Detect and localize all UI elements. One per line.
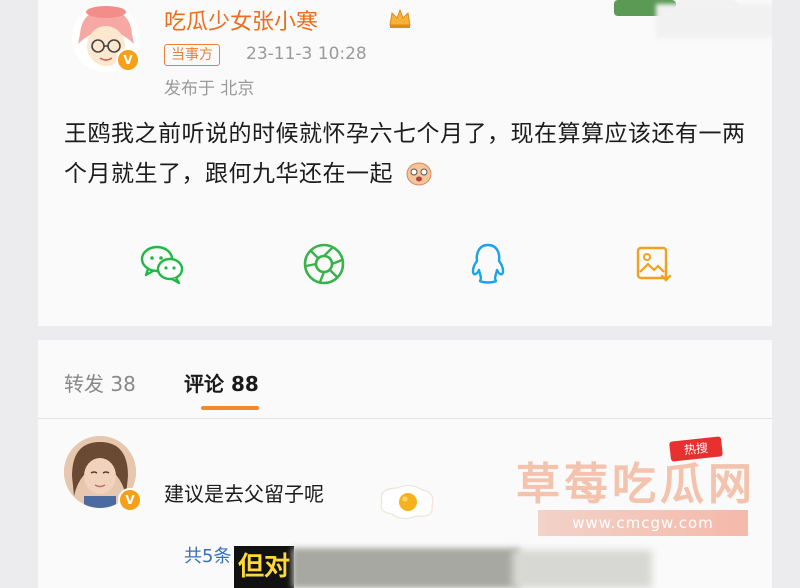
qq-icon[interactable] [468, 242, 508, 286]
video-subtitle: 但对 [234, 546, 294, 588]
tab-divider [38, 418, 772, 419]
post-location: 发布于 北京 [164, 79, 255, 99]
active-tab-indicator [201, 406, 259, 410]
save-image-icon[interactable] [634, 244, 674, 284]
commenter-vip-badge-icon: V [118, 488, 142, 512]
section-divider [38, 326, 772, 340]
blurred-region [656, 4, 772, 38]
watermark-url: www.cmcgw.com [538, 510, 748, 536]
blurred-subtitle-region-2 [512, 550, 652, 588]
post-body: 王鸥我之前听说的时候就怀孕六七个月了，现在算算应该还有一两个月就生了，跟何九华还… [64, 114, 754, 194]
blurred-subtitle-region [292, 548, 520, 588]
moments-icon[interactable] [302, 242, 346, 286]
shocked-face-emoji-icon [406, 162, 432, 186]
tab-comments[interactable]: 评论 88 [184, 368, 259, 397]
tab-repost[interactable]: 转发 38 [64, 368, 136, 397]
identity-tag: 当事方 [164, 44, 220, 66]
fried-egg-sticker-icon [380, 484, 434, 520]
view-replies-link[interactable]: 共5条 [184, 542, 231, 568]
username[interactable]: 吃瓜少女张小寒 [164, 4, 318, 36]
comment-text: 建议是去父留子呢 [164, 482, 324, 506]
watermark-title: 草莓吃瓜网 [516, 459, 756, 510]
vip-badge-icon: V [116, 48, 140, 72]
share-row [38, 242, 772, 290]
wechat-icon[interactable] [138, 242, 186, 286]
post-timestamp: 23-11-3 10:28 [246, 44, 367, 64]
crown-icon [389, 8, 411, 28]
